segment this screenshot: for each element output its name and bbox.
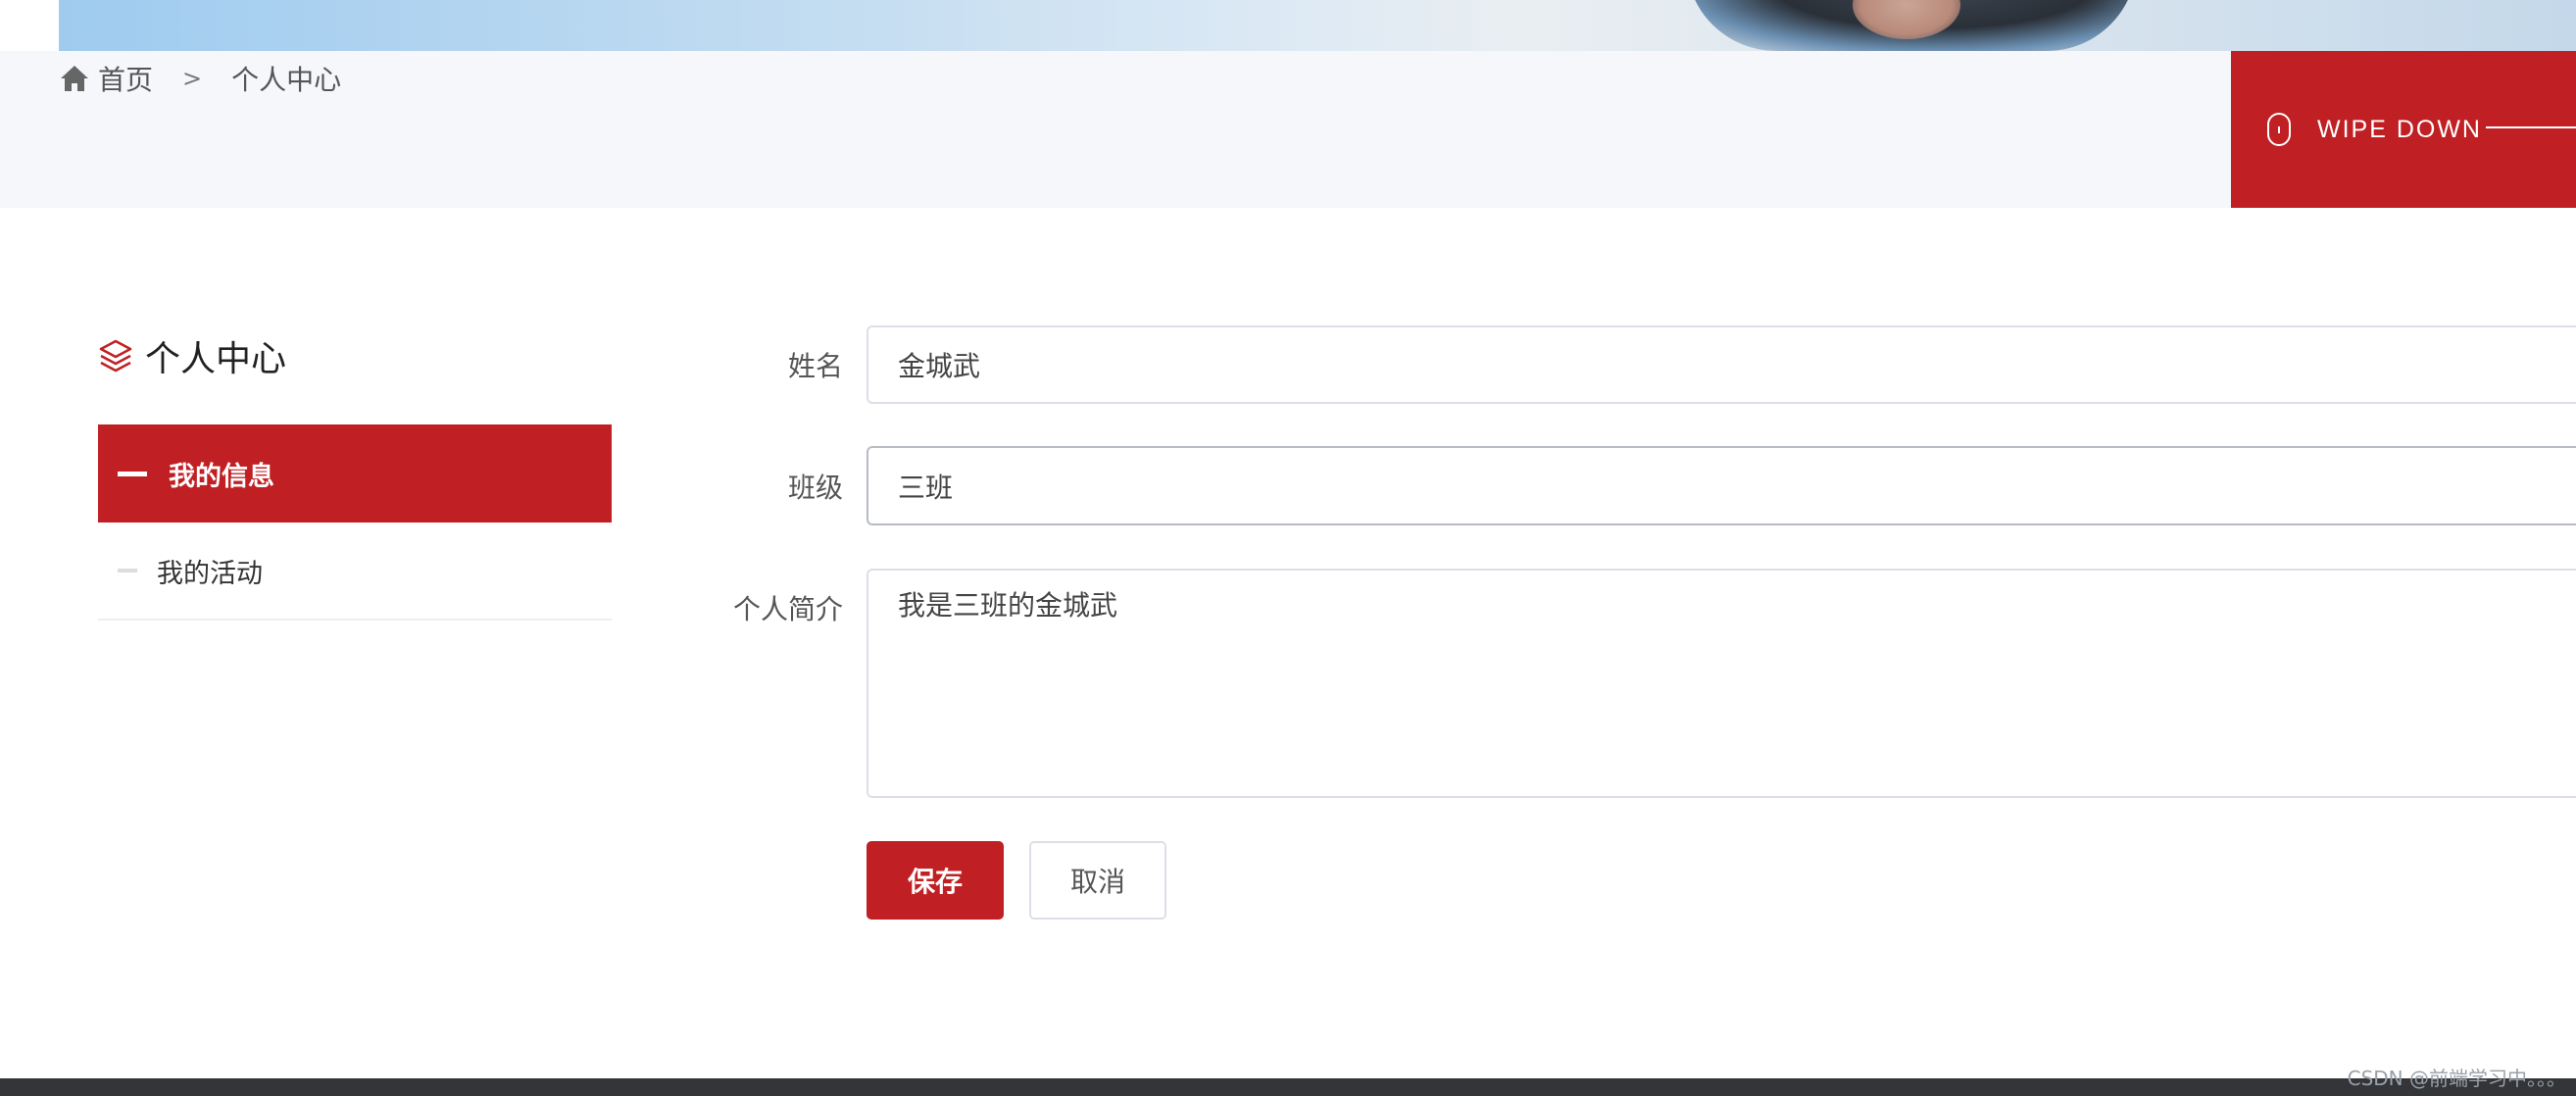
- footer-bar: [0, 1078, 2576, 1096]
- breadcrumb-bar: [0, 51, 2576, 208]
- sidebar-item-label: 我的活动: [157, 558, 263, 589]
- cancel-button[interactable]: 取消: [1029, 841, 1166, 920]
- sidebar-title-text: 个人中心: [145, 339, 287, 379]
- dash-icon: [118, 569, 137, 573]
- intro-textarea-value: 我是三班的金城武: [898, 589, 1118, 622]
- intro-label: 个人简介: [732, 593, 843, 625]
- sidebar-item-my-info[interactable]: 我的信息: [98, 424, 612, 523]
- wipe-down-label: WIPE DOWN: [2317, 115, 2482, 143]
- wipe-down-button[interactable]: WIPE DOWN: [2231, 51, 2576, 208]
- sidebar-item-label: 我的信息: [169, 461, 274, 492]
- home-icon[interactable]: [59, 64, 90, 93]
- breadcrumb: 首页 > 个人中心: [59, 58, 341, 99]
- layers-icon: [98, 338, 133, 374]
- breadcrumb-current: 个人中心: [231, 64, 342, 96]
- breadcrumb-separator: >: [182, 65, 203, 92]
- class-input-value: 三班: [898, 471, 954, 504]
- save-button[interactable]: 保存: [867, 841, 1004, 920]
- name-input[interactable]: 金城武: [867, 325, 2576, 404]
- class-input[interactable]: 三班: [867, 446, 2576, 525]
- sidebar-title: 个人中心: [98, 331, 286, 380]
- hero-banner-image: [59, 0, 2576, 51]
- name-label: 姓名: [787, 350, 843, 382]
- watermark-text: CSDN @前端学习中。。。: [2347, 1067, 2566, 1090]
- class-label: 班级: [787, 472, 843, 504]
- sidebar-item-my-activities[interactable]: 我的活动: [98, 523, 612, 621]
- dash-icon: [118, 471, 147, 476]
- intro-textarea[interactable]: 我是三班的金城武: [867, 569, 2576, 798]
- hero-person-photo: [1686, 0, 2137, 51]
- mouse-icon: [2266, 112, 2292, 147]
- wipe-down-line: [2486, 126, 2576, 128]
- page: 首页 > 个人中心 WIPE DOWN 个人中心 我的信息 我的活动 姓名 金城…: [0, 0, 2576, 1096]
- breadcrumb-home-link[interactable]: 首页: [98, 59, 153, 98]
- name-input-value: 金城武: [898, 350, 981, 382]
